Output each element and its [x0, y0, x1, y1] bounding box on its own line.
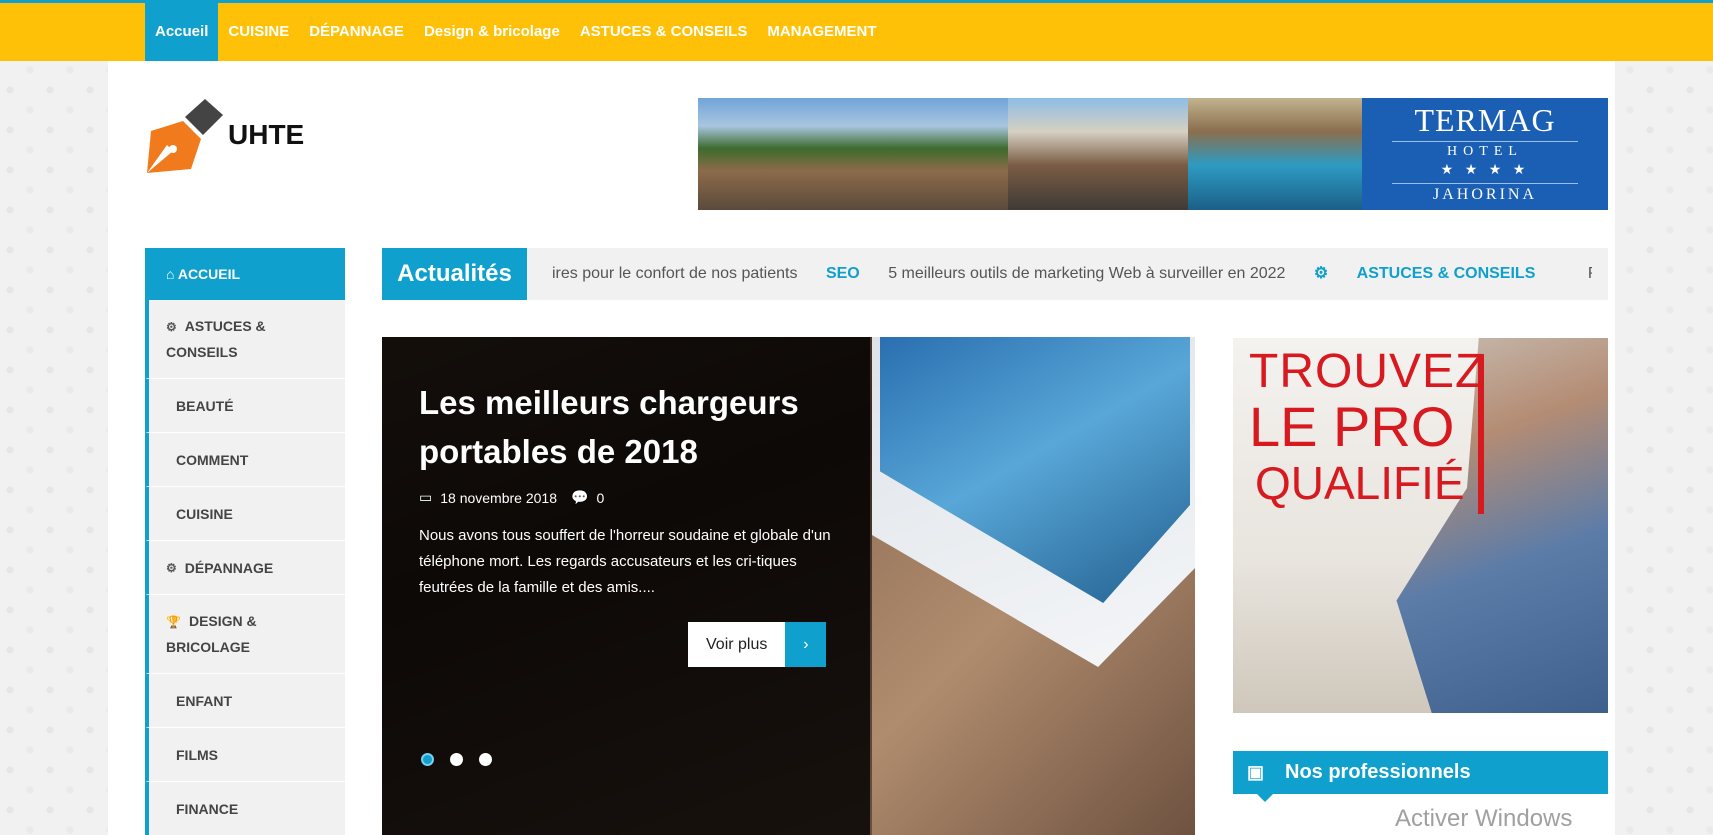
calendar-icon: ▭	[419, 489, 433, 505]
ad-line-1: TROUVEZ	[1249, 345, 1486, 398]
ticker-item[interactable]: ires pour le confort de nos patients	[552, 265, 797, 282]
main-menu: Accueil CUISINE DÉPANNAGE Design & brico…	[145, 3, 887, 61]
banner-photo-pool	[1188, 98, 1362, 210]
ticker-label: Actualités	[382, 248, 527, 300]
category-sidebar: ⌂ ACCUEIL ⚙ ASTUCES & CONSEILS BEAUTÉ COM…	[145, 248, 345, 835]
slide-comment-count[interactable]: 0	[596, 490, 604, 506]
windows-activation-watermark: Activer Windows	[1395, 805, 1573, 832]
slide-title[interactable]: Les meilleurs chargeurs portables de 201…	[419, 378, 849, 476]
banner-brand-type: HOTEL	[1392, 141, 1578, 160]
sidebar-item-design-bricolage[interactable]: 🏆 DESIGN & BRICOLAGE	[145, 595, 345, 674]
banner-brand-stars: ★ ★ ★ ★	[1440, 163, 1530, 178]
sidebar-item-label: ASTUCES & CONSEILS	[166, 317, 266, 360]
sidebar-item-depannage[interactable]: ⚙ DÉPANNAGE	[145, 541, 345, 595]
chevron-right-icon: ›	[785, 622, 827, 667]
nav-item-cuisine[interactable]: CUISINE	[218, 3, 299, 61]
slider-dot-2[interactable]	[450, 753, 463, 766]
site-name: UHTE	[228, 119, 305, 150]
ticker-item[interactable]: 5 meilleurs outils de marketing Web à su…	[888, 265, 1285, 282]
sidebar-item-label: FINANCE	[176, 800, 239, 817]
ad-line-2: LE PRO	[1249, 395, 1455, 458]
banner-photo-hotel	[698, 98, 1008, 210]
sidebar-item-astuces-conseils[interactable]: ⚙ ASTUCES & CONSEILS	[145, 300, 345, 379]
site-logo[interactable]: UHTE	[145, 97, 315, 177]
sidebar-item-label: ACCUEIL	[177, 266, 241, 282]
sidebar-item-label: DÉPANNAGE	[184, 559, 274, 576]
nav-item-astuces-conseils[interactable]: ASTUCES & CONSEILS	[570, 3, 758, 61]
slide-date: 18 novembre 2018	[440, 489, 557, 506]
sidebar-item-label: ENFANT	[176, 692, 232, 709]
widget-title-label: Nos professionnels	[1285, 761, 1471, 783]
slider-pagination	[421, 753, 508, 766]
sidebar-item-label: CUISINE	[176, 505, 233, 522]
banner-brand-name: TERMAG	[1414, 102, 1556, 138]
sidebar-item-label: COMMENT	[176, 451, 249, 468]
nav-item-design-bricolage[interactable]: Design & bricolage	[414, 3, 570, 61]
news-ticker: Actualités ires pour le confort de nos p…	[382, 248, 1608, 300]
sidebar-item-label: BEAUTÉ	[176, 397, 234, 414]
sidebar-item-comment[interactable]: COMMENT	[145, 433, 345, 487]
sidebar-item-enfant[interactable]: ENFANT	[145, 674, 345, 728]
ticker-category[interactable]: SEO	[826, 265, 860, 282]
slider-dot-3[interactable]	[479, 753, 492, 766]
ticker-track: ires pour le confort de nos patients SEO…	[552, 248, 1592, 300]
featured-slider: Les meilleurs chargeurs portables de 201…	[382, 337, 1195, 835]
read-more-label: Voir plus	[688, 622, 786, 667]
gear-icon: ⚙	[1313, 265, 1333, 282]
slide-excerpt: Nous avons tous souffert de l'horreur so…	[419, 527, 831, 596]
slide-meta: ▭ 18 novembre 2018 💬 0	[419, 489, 604, 506]
ticker-category-wrap[interactable]: ⚙ ASTUCES & CONSEILS	[1314, 265, 1559, 282]
gear-icon: ⚙	[166, 319, 177, 334]
ad-line-3: QUALIFIÉ	[1255, 457, 1465, 509]
banner-brand-location: JAHORINA	[1392, 183, 1578, 204]
ticker-item[interactable]: Pa	[1588, 265, 1592, 282]
sidebar-item-films[interactable]: FILMS	[145, 728, 345, 782]
fountain-pen-icon	[147, 99, 223, 173]
home-icon: ⌂	[166, 266, 178, 282]
nav-item-accueil[interactable]: Accueil	[145, 3, 219, 61]
banner-photo-building	[1008, 98, 1188, 210]
slider-dot-1[interactable]	[421, 753, 434, 766]
widget-title-professionals: ▣ Nos professionnels	[1233, 751, 1608, 802]
pro-ad-banner[interactable]: TROUVEZ LE PRO QUALIFIÉ	[1233, 338, 1608, 713]
sidebar-item-beaute[interactable]: BEAUTÉ	[145, 379, 345, 433]
top-navigation-bar: Accueil CUISINE DÉPANNAGE Design & brico…	[0, 0, 1713, 61]
hotel-ad-banner[interactable]: TERMAG HOTEL ★ ★ ★ ★ JAHORINA	[698, 98, 1608, 210]
read-more-button[interactable]: Voir plus ›	[688, 622, 827, 667]
sidebar-item-finance[interactable]: FINANCE	[145, 782, 345, 835]
sidebar-item-cuisine[interactable]: CUISINE	[145, 487, 345, 541]
ad-red-bar	[1478, 354, 1484, 514]
widget-caret	[1257, 794, 1273, 802]
nav-item-management[interactable]: MANAGEMENT	[757, 3, 886, 61]
ticker-category-label: ASTUCES & CONSEILS	[1356, 265, 1536, 282]
comments-icon: 💬	[571, 489, 589, 505]
sidebar-item-label: FILMS	[176, 746, 218, 763]
image-icon: ▣	[1247, 762, 1265, 782]
banner-brand: TERMAG HOTEL ★ ★ ★ ★ JAHORINA	[1362, 98, 1608, 210]
nav-item-depannage[interactable]: DÉPANNAGE	[299, 3, 414, 61]
gear-icon: ⚙	[166, 560, 177, 575]
trophy-icon: 🏆	[166, 614, 181, 629]
sidebar-item-accueil[interactable]: ⌂ ACCUEIL	[145, 248, 345, 300]
